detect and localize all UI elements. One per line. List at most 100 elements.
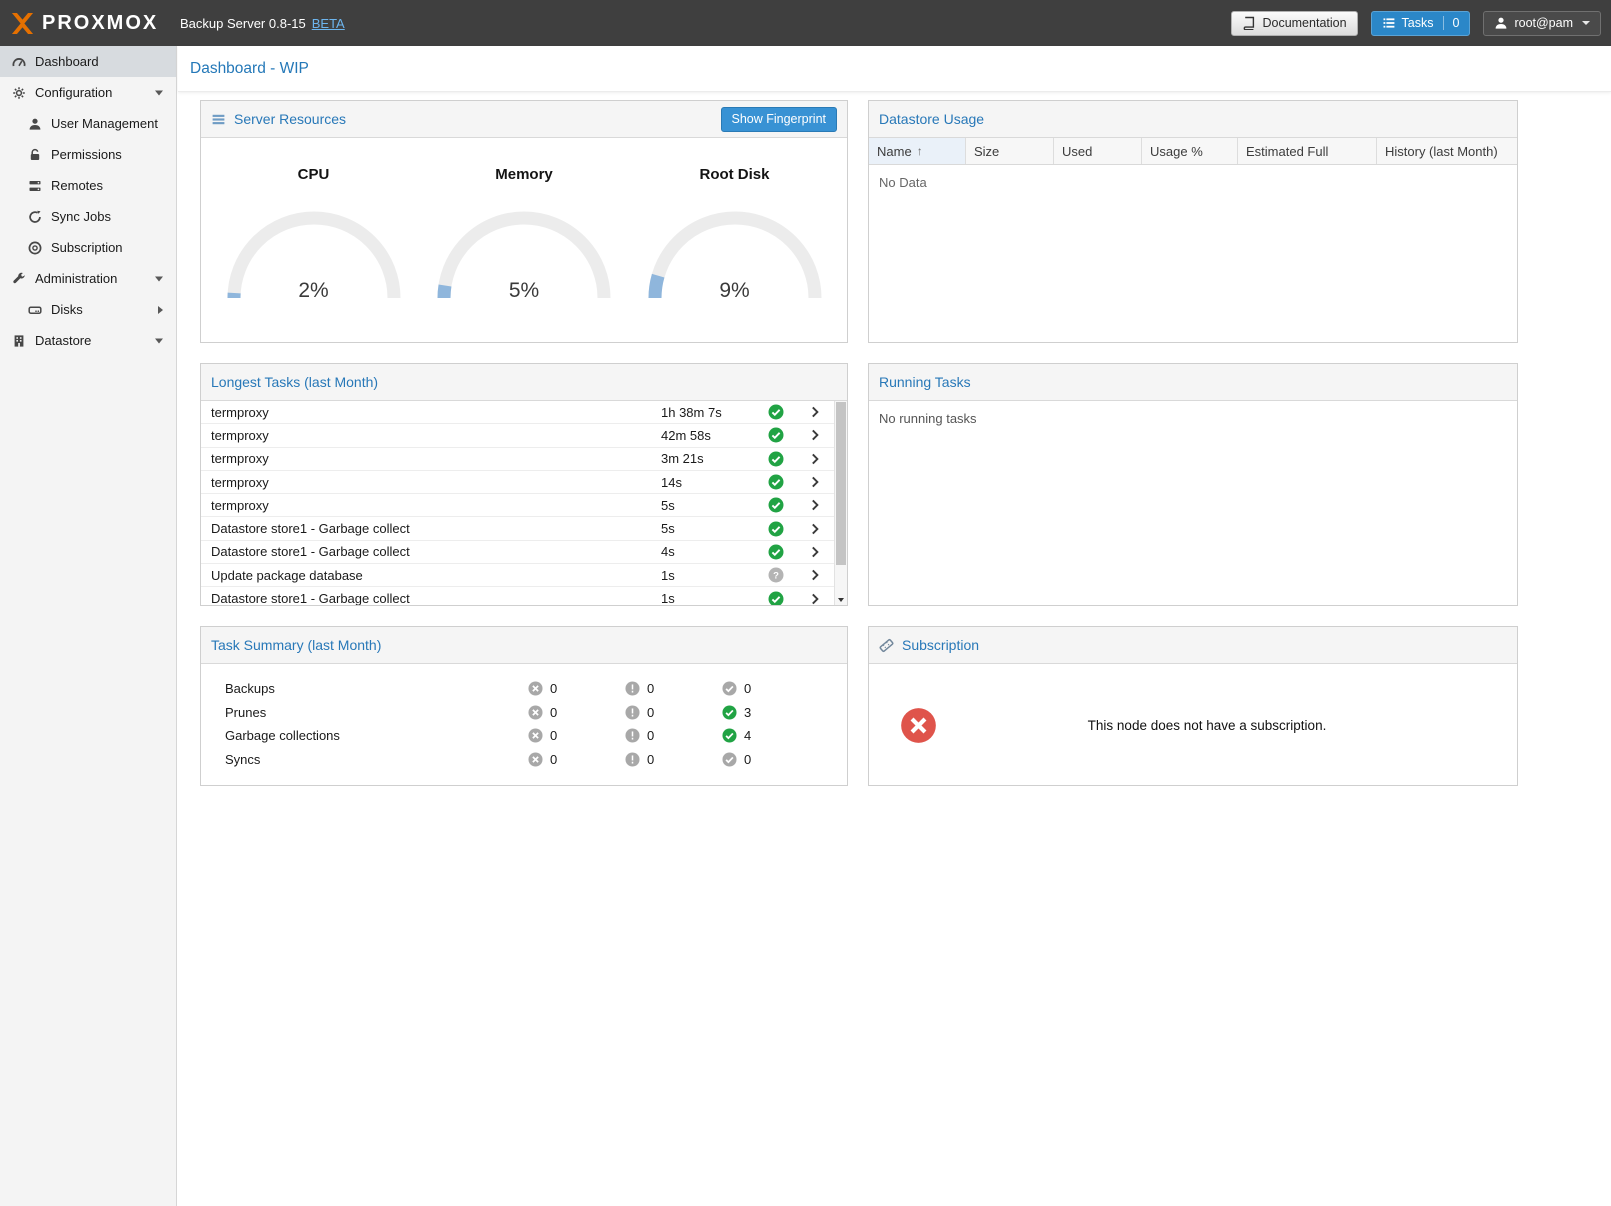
task-name: termproxy <box>201 451 661 466</box>
task-duration: 5s <box>661 521 756 536</box>
longest-tasks-panel: Longest Tasks (last Month) termproxy 1h … <box>200 363 848 606</box>
summary-row-syncs: Syncs 0 0 0 <box>201 748 847 772</box>
root-disk-gauge: Root Disk 9% <box>637 166 833 303</box>
status-ok-icon <box>756 427 796 443</box>
task-list-icon <box>1382 16 1396 30</box>
task-duration: 5s <box>661 498 756 513</box>
error-circle-icon <box>528 728 543 743</box>
task-row[interactable]: termproxy 3m 21s <box>201 448 834 471</box>
gauge-value: 9% <box>640 279 830 303</box>
chevron-right-icon[interactable] <box>796 522 834 536</box>
tasks-button[interactable]: Tasks 0 <box>1371 11 1471 36</box>
building-icon <box>12 334 26 348</box>
task-row[interactable]: Datastore store1 - Garbage collect 4s <box>201 541 834 564</box>
sidebar-item-user-management[interactable]: User Management <box>0 108 176 139</box>
ok-circle-icon <box>722 705 737 720</box>
task-row[interactable]: Update package database 1s <box>201 564 834 587</box>
warning-count: 0 <box>647 705 654 720</box>
sidebar-item-label: User Management <box>51 116 158 131</box>
tachometer-icon <box>12 55 26 69</box>
status-unknown-icon <box>756 567 796 583</box>
warning-circle-icon <box>625 728 640 743</box>
column-header-name[interactable]: Name ↑ <box>869 138 966 164</box>
task-name: termproxy <box>201 498 661 513</box>
chevron-down-icon <box>1582 21 1590 25</box>
wrench-icon <box>12 272 26 286</box>
chevron-right-icon[interactable] <box>796 592 834 606</box>
error-circle-icon <box>528 705 543 720</box>
task-row[interactable]: Datastore store1 - Garbage collect 5s <box>201 517 834 540</box>
task-row[interactable]: termproxy 5s <box>201 494 834 517</box>
task-row[interactable]: Datastore store1 - Garbage collect 1s <box>201 587 834 606</box>
chevron-right-icon[interactable] <box>796 452 834 466</box>
column-header-usage-pct[interactable]: Usage % <box>1142 138 1238 164</box>
column-header-estimated-full[interactable]: Estimated Full <box>1238 138 1377 164</box>
subscription-message: This node does not have a subscription. <box>937 718 1517 733</box>
sort-asc-icon: ↑ <box>917 144 923 158</box>
sidebar-item-subscription[interactable]: Subscription <box>0 232 176 263</box>
beta-link[interactable]: BETA <box>312 16 345 31</box>
expand-arrow-icon[interactable] <box>158 306 163 314</box>
user-icon <box>28 117 42 131</box>
chevron-right-icon[interactable] <box>796 405 834 419</box>
task-row[interactable]: termproxy 1h 38m 7s <box>201 401 834 424</box>
gauge-value: 2% <box>219 279 409 303</box>
column-header-history[interactable]: History (last Month) <box>1377 138 1517 164</box>
status-ok-icon <box>756 521 796 537</box>
chevron-right-icon[interactable] <box>796 475 834 489</box>
status-ok-icon <box>756 404 796 420</box>
gauge-value: 5% <box>429 279 619 303</box>
task-duration: 3m 21s <box>661 451 756 466</box>
task-row[interactable]: termproxy 14s <box>201 471 834 494</box>
sidebar-item-sync-jobs[interactable]: Sync Jobs <box>0 201 176 232</box>
sidebar-item-label: Permissions <box>51 147 122 162</box>
collapse-arrow-icon[interactable] <box>155 90 163 95</box>
username-label: root@pam <box>1514 16 1573 30</box>
sidebar-item-permissions[interactable]: Permissions <box>0 139 176 170</box>
status-ok-icon <box>756 474 796 490</box>
book-icon <box>1242 16 1256 30</box>
collapse-arrow-icon[interactable] <box>155 338 163 343</box>
sidebar-item-label: Disks <box>51 302 83 317</box>
documentation-button[interactable]: Documentation <box>1231 11 1357 36</box>
show-fingerprint-button[interactable]: Show Fingerprint <box>721 107 838 132</box>
summary-label: Backups <box>201 681 528 696</box>
user-menu-button[interactable]: root@pam <box>1483 11 1601 36</box>
column-header-size[interactable]: Size <box>966 138 1054 164</box>
sidebar-item-remotes[interactable]: Remotes <box>0 170 176 201</box>
user-icon <box>1494 16 1508 30</box>
warning-count: 0 <box>647 681 654 696</box>
column-header-used[interactable]: Used <box>1054 138 1142 164</box>
sidebar-item-label: Remotes <box>51 178 103 193</box>
task-duration: 42m 58s <box>661 428 756 443</box>
task-name: Datastore store1 - Garbage collect <box>201 521 661 536</box>
sidebar-item-administration[interactable]: Administration <box>0 263 176 294</box>
error-circle-icon <box>528 752 543 767</box>
chevron-right-icon[interactable] <box>796 545 834 559</box>
task-name: Update package database <box>201 568 661 583</box>
gauge-label: CPU <box>216 166 412 183</box>
chevron-right-icon[interactable] <box>796 568 834 582</box>
sidebar-item-disks[interactable]: Disks <box>0 294 176 325</box>
ok-count: 0 <box>744 752 751 767</box>
collapse-arrow-icon[interactable] <box>155 276 163 281</box>
warning-count: 0 <box>647 752 654 767</box>
sidebar-item-datastore[interactable]: Datastore <box>0 325 176 356</box>
gauge-label: Root Disk <box>637 166 833 183</box>
scroll-down-button[interactable] <box>835 593 847 606</box>
sidebar-item-label: Datastore <box>35 333 91 348</box>
scrollbar-thumb[interactable] <box>836 402 846 565</box>
sidebar-item-label: Administration <box>35 271 117 286</box>
sidebar-item-configuration[interactable]: Configuration <box>0 77 176 108</box>
panel-title: Server Resources <box>234 111 346 127</box>
sidebar-item-label: Sync Jobs <box>51 209 111 224</box>
task-name: termproxy <box>201 475 661 490</box>
chevron-right-icon[interactable] <box>796 428 834 442</box>
ok-circle-icon <box>722 681 737 696</box>
panel-title: Datastore Usage <box>879 111 984 127</box>
life-ring-icon <box>28 241 42 255</box>
sidebar-item-dashboard[interactable]: Dashboard <box>0 46 176 77</box>
task-row[interactable]: termproxy 42m 58s <box>201 424 834 447</box>
vertical-scrollbar[interactable] <box>834 401 847 606</box>
chevron-right-icon[interactable] <box>796 498 834 512</box>
